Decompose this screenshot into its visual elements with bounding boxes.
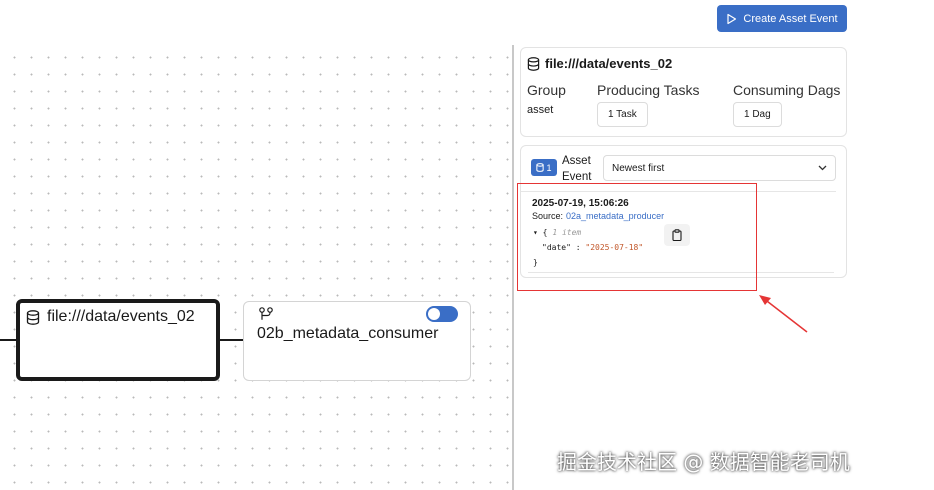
- group-value: asset: [527, 104, 554, 116]
- graph-edge-in: [0, 339, 17, 341]
- consuming-dags-column: Consuming Dags 1 Dag: [733, 82, 840, 127]
- database-icon: [26, 309, 40, 325]
- event-count: 1: [546, 162, 552, 173]
- graph-canvas[interactable]: [0, 45, 512, 490]
- dag-node[interactable]: 02b_metadata_consumer: [243, 301, 471, 381]
- watermark-text: 掘金技术社区 @ 数据智能老司机: [557, 450, 850, 474]
- asset-node-label: file:///data/events_02: [47, 308, 195, 325]
- dag-node-label: 02b_metadata_consumer: [257, 325, 439, 342]
- annotation-arrow-icon: [759, 295, 808, 333]
- dag-pause-toggle[interactable]: [426, 306, 458, 322]
- asset-node[interactable]: file:///data/events_02: [16, 299, 220, 381]
- producing-tasks-column: Producing Tasks 1 Task: [597, 82, 699, 127]
- database-icon: [536, 163, 545, 172]
- database-icon: [527, 56, 540, 71]
- event-count-badge: 1: [531, 159, 557, 176]
- asset-title: file:///data/events_02: [545, 56, 673, 71]
- consuming-dags-button[interactable]: 1 Dag: [733, 102, 782, 127]
- group-column: Group asset: [527, 82, 566, 116]
- app-root: file:///data/events_02 02b_metadata_cons…: [0, 0, 934, 490]
- panel-divider[interactable]: [512, 45, 514, 490]
- producing-tasks-heading: Producing Tasks: [597, 82, 700, 98]
- chevron-down-icon: [818, 165, 827, 171]
- annotation-highlight-box: [517, 183, 757, 291]
- play-icon: [727, 13, 737, 24]
- dag-icon: [259, 307, 273, 320]
- events-heading: Asset Event: [562, 153, 591, 185]
- producing-tasks-button[interactable]: 1 Task: [597, 102, 648, 127]
- create-asset-event-button[interactable]: Create Asset Event: [717, 5, 847, 32]
- consuming-dags-heading: Consuming Dags: [733, 82, 841, 98]
- asset-details-panel: file:///data/events_02 Group asset Produ…: [520, 47, 847, 137]
- sort-order-value: Newest first: [612, 162, 665, 174]
- events-heading-line1: Asset: [562, 155, 591, 167]
- create-asset-event-label: Create Asset Event: [743, 12, 838, 25]
- sort-order-select[interactable]: Newest first: [603, 155, 836, 181]
- group-heading: Group: [527, 82, 566, 98]
- graph-edge-out: [220, 339, 244, 341]
